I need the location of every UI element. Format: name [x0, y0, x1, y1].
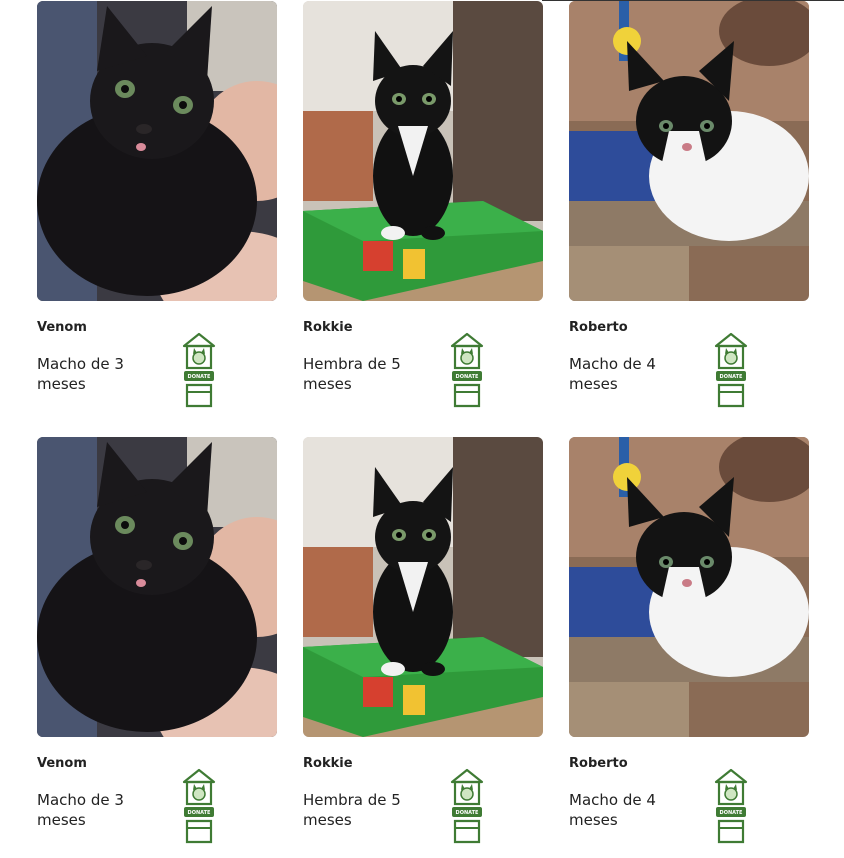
cat-house-donate-icon: DONATE [182, 332, 216, 408]
kitten-photo-venom[interactable] [37, 437, 277, 737]
donate-button[interactable]: DONATE [181, 332, 217, 410]
donate-label: DONATE [456, 810, 479, 816]
kitten-description: Hembra de 5 meses [303, 791, 401, 829]
kitten-description: Macho de 4 meses [569, 355, 656, 393]
donate-button[interactable]: DONATE [713, 332, 749, 410]
donate-label: DONATE [456, 374, 479, 380]
kitten-name: Rokkie [303, 756, 353, 771]
kitten-name: Venom [37, 756, 87, 771]
kitten-description: Hembra de 5 meses [303, 355, 401, 393]
kitten-photo-rokkie[interactable] [303, 437, 543, 737]
kitten-card[interactable]: Roberto Macho de 4 meses DONATE [569, 436, 809, 856]
kitten-description: Macho de 3 meses [37, 355, 124, 393]
donate-button[interactable]: DONATE [449, 332, 485, 410]
kitten-name: Rokkie [303, 320, 353, 335]
kitten-card[interactable]: Venom Macho de 3 meses DONATE [37, 436, 277, 856]
kitten-card[interactable]: Rokkie Hembra de 5 meses DONATE [303, 0, 543, 420]
donate-button[interactable]: DONATE [181, 768, 217, 846]
cat-house-donate-icon: DONATE [182, 768, 216, 844]
kitten-photo-venom[interactable] [37, 1, 277, 301]
kitten-photo-roberto[interactable] [569, 1, 809, 301]
kitten-name: Roberto [569, 320, 628, 335]
donate-label: DONATE [188, 374, 211, 380]
kitten-description: Macho de 4 meses [569, 791, 656, 829]
cat-house-donate-icon: DONATE [714, 768, 748, 844]
cat-house-donate-icon: DONATE [450, 768, 484, 844]
donate-label: DONATE [188, 810, 211, 816]
donate-label: DONATE [720, 810, 743, 816]
cat-house-donate-icon: DONATE [714, 332, 748, 408]
kitten-card[interactable]: Roberto Macho de 4 meses DONATE [569, 0, 809, 420]
kitten-photo-roberto[interactable] [569, 437, 809, 737]
donate-button[interactable]: DONATE [449, 768, 485, 846]
kitten-name: Venom [37, 320, 87, 335]
kitten-description: Macho de 3 meses [37, 791, 124, 829]
kitten-card[interactable]: Rokkie Hembra de 5 meses DONATE [303, 436, 543, 856]
cat-house-donate-icon: DONATE [450, 332, 484, 408]
donate-label: DONATE [720, 374, 743, 380]
kitten-name: Roberto [569, 756, 628, 771]
kitten-card[interactable]: Venom Macho de 3 meses DONATE [37, 0, 277, 420]
donate-button[interactable]: DONATE [713, 768, 749, 846]
kitten-photo-rokkie[interactable] [303, 1, 543, 301]
